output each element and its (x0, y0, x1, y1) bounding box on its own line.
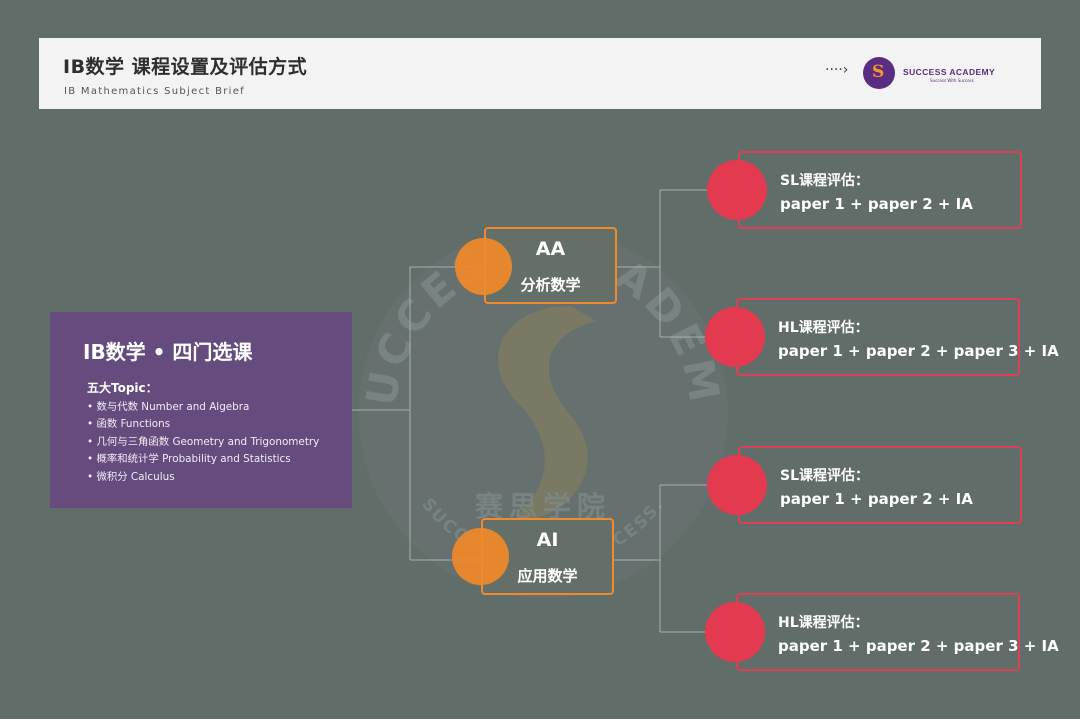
assessment-formula: paper 1 + paper 2 + paper 3 + IA (778, 637, 1059, 655)
orange-dot-ai (452, 528, 509, 585)
topic-list: 数与代数 Number and Algebra 函数 Functions 几何与… (87, 399, 319, 486)
assessment-level: SL课程评估： (780, 468, 870, 484)
red-dot-aa-sl (707, 160, 767, 220)
assessment-formula: paper 1 + paper 2 + IA (780, 490, 973, 508)
topic-item: 函数 Functions (87, 416, 319, 433)
card-title: IB数学 • 四门选课 (83, 340, 253, 364)
assessment-box-ai-hl: HL课程评估： paper 1 + paper 2 + paper 3 + IA (736, 593, 1059, 671)
topic-item: 概率和统计学 Probability and Statistics (87, 451, 319, 468)
assessment-level: HL课程评估： (778, 320, 869, 336)
assessment-formula: paper 1 + paper 2 + paper 3 + IA (778, 342, 1059, 360)
red-dot-ai-sl (707, 455, 767, 515)
topics-label: 五大Topic： (87, 381, 158, 395)
assessment-formula: paper 1 + paper 2 + IA (780, 195, 973, 213)
red-dot-ai-hl (705, 602, 765, 662)
topic-item: 几何与三角函数 Geometry and Trigonometry (87, 434, 319, 451)
topic-item: 数与代数 Number and Algebra (87, 399, 319, 416)
main-course-card: IB数学 • 四门选课 五大Topic： 数与代数 Number and Alg… (50, 312, 352, 508)
assessment-box-ai-sl: SL课程评估： paper 1 + paper 2 + IA (738, 446, 1022, 524)
orange-dot-aa (455, 238, 512, 295)
red-dot-aa-hl (705, 307, 765, 367)
assessment-level: HL课程评估： (778, 615, 869, 631)
assessment-level: SL课程评估： (780, 173, 870, 189)
assessment-box-aa-hl: HL课程评估： paper 1 + paper 2 + paper 3 + IA (736, 298, 1059, 376)
assessment-box-aa-sl: SL课程评估： paper 1 + paper 2 + IA (738, 151, 1022, 229)
topic-item: 微积分 Calculus (87, 469, 319, 486)
